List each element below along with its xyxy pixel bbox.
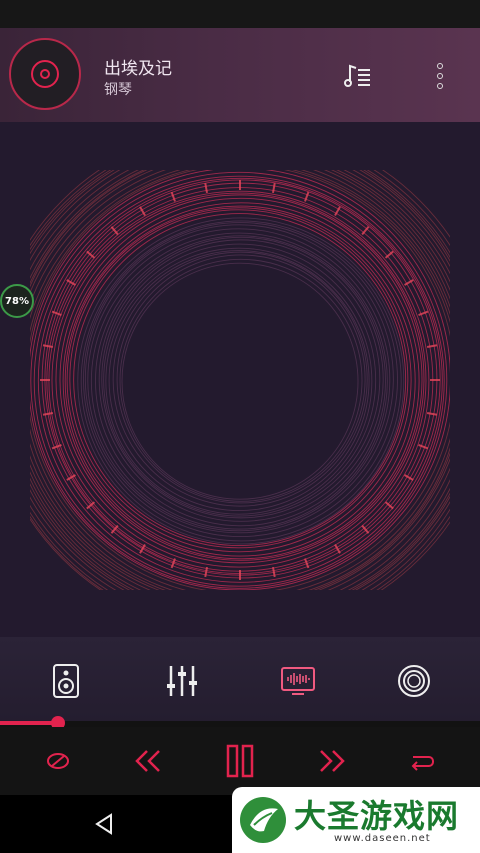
next-icon — [320, 750, 345, 772]
album-art[interactable] — [9, 38, 81, 110]
next-button[interactable] — [310, 739, 354, 783]
visualizer-ring — [77, 217, 405, 545]
speaker-button[interactable] — [46, 661, 86, 701]
visualizer-tick — [426, 412, 438, 416]
speaker-icon — [53, 664, 79, 698]
visualizer-icon — [281, 667, 315, 695]
visualizer-ring — [105, 247, 373, 515]
visualizer-tick — [204, 182, 208, 194]
effects-bar — [0, 637, 480, 721]
more-icon-dot — [437, 83, 443, 89]
back-icon — [95, 813, 112, 835]
pause-button[interactable] — [218, 739, 262, 783]
status-bar — [0, 0, 480, 28]
watermark-subtitle: www.daseen.net — [334, 833, 431, 844]
shuffle-icon — [47, 753, 69, 769]
visualizer-ring — [98, 236, 384, 522]
visualizer-ring — [116, 254, 366, 504]
watermark-title: 大圣游戏网 — [294, 797, 460, 835]
visualizer-tick — [418, 444, 429, 450]
now-playing-header: 出埃及记 钢琴 — [0, 28, 480, 122]
playlist-icon — [344, 64, 370, 87]
shuffle-button[interactable] — [36, 739, 80, 783]
watermark-logo-icon — [240, 797, 286, 843]
previous-button[interactable] — [126, 739, 170, 783]
equalizer-icon — [167, 666, 197, 696]
song-artist: 钢琴 — [104, 82, 132, 98]
previous-icon — [135, 750, 160, 772]
watermark: 大圣游戏网 www.daseen.net — [232, 787, 480, 853]
equalizer-button[interactable] — [162, 661, 202, 701]
back-button[interactable] — [90, 809, 120, 839]
more-options-button[interactable] — [428, 58, 452, 94]
visualizer-button[interactable] — [278, 661, 318, 701]
seek-bar-fill — [0, 721, 58, 725]
song-title: 出埃及记 — [104, 59, 172, 79]
visualizer-ring — [90, 232, 388, 530]
visualizer-ring — [112, 251, 368, 507]
disc-icon — [31, 60, 59, 88]
audio-visualizer — [30, 170, 450, 590]
visualizer-tick — [426, 344, 438, 348]
surround-button[interactable] — [394, 661, 434, 701]
repeat-icon — [411, 756, 434, 771]
more-icon-dot — [437, 73, 443, 79]
visualizer-tick — [272, 182, 276, 194]
more-icon-dot — [437, 63, 443, 69]
repeat-button[interactable] — [400, 739, 444, 783]
playlist-button[interactable] — [340, 58, 376, 94]
playback-controls — [0, 727, 480, 795]
pause-icon — [226, 744, 254, 778]
visualizer-ring — [121, 262, 359, 500]
surround-icon — [398, 665, 430, 697]
battery-badge: 78% — [0, 284, 34, 318]
